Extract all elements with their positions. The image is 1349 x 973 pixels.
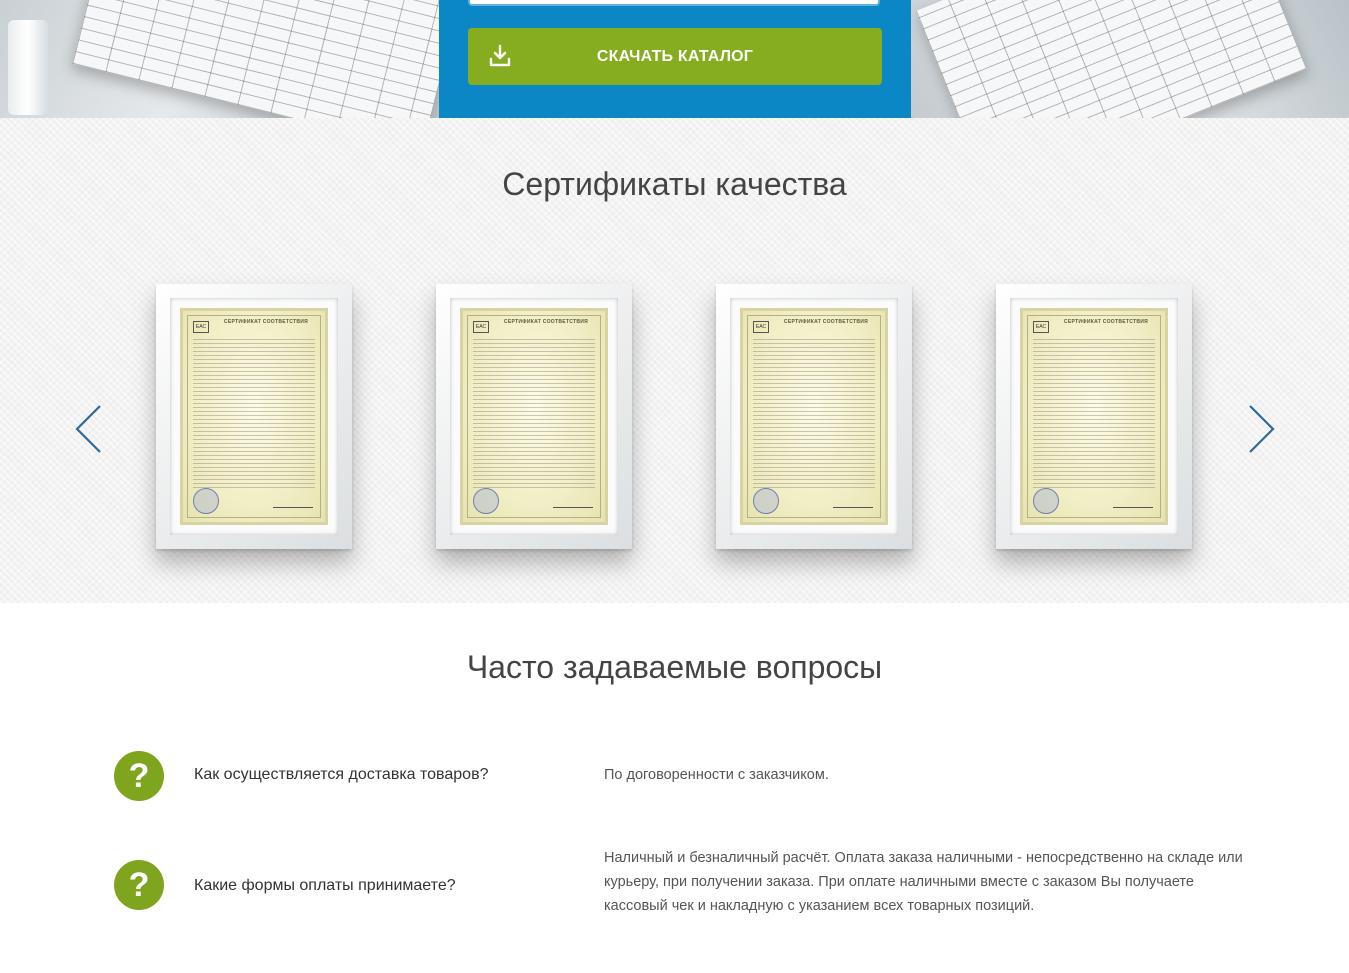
faq-answer: По договоренности с заказчиком. — [604, 767, 829, 783]
certificate-text-block — [753, 339, 875, 488]
catalog-form-panel: СКАЧАТЬ КАТАЛОГ — [439, 0, 911, 118]
hero-banner: СКАЧАТЬ КАТАЛОГ — [0, 0, 1349, 118]
certificate-document: EAC СЕРТИФИКАТ СООТВЕТСТВИЯ — [460, 308, 608, 525]
certificate-mat: EAC СЕРТИФИКАТ СООТВЕТСТВИЯ — [170, 298, 338, 535]
certificate-card[interactable]: EAC СЕРТИФИКАТ СООТВЕТСТВИЯ — [436, 284, 632, 549]
eac-mark: EAC — [1033, 321, 1049, 333]
stamp-icon — [753, 488, 779, 514]
certificate-header: СЕРТИФИКАТ СООТВЕТСТВИЯ — [783, 319, 869, 325]
desk-cup-image — [8, 20, 48, 115]
certificates-title: Сертификаты качества — [502, 166, 847, 202]
faq-question: Какие формы оплаты принимаете? — [194, 877, 456, 894]
certificate-card[interactable]: EAC СЕРТИФИКАТ СООТВЕТСТВИЯ — [996, 284, 1192, 549]
faq-question: Как осуществляется доставка товаров? — [194, 766, 489, 783]
eac-mark: EAC — [473, 321, 489, 333]
chevron-right-icon[interactable] — [1244, 403, 1278, 455]
certificate-text-block — [473, 339, 595, 488]
stamp-icon — [193, 488, 219, 514]
question-mark-glyph: ? — [128, 865, 150, 904]
certificate-text-block — [193, 339, 315, 488]
question-mark-icon: ? — [114, 860, 164, 910]
eac-mark: EAC — [753, 321, 769, 333]
download-catalog-button[interactable]: СКАЧАТЬ КАТАЛОГ — [468, 28, 882, 85]
certificate-card[interactable]: EAC СЕРТИФИКАТ СООТВЕТСТВИЯ — [156, 284, 352, 549]
certificate-mat: EAC СЕРТИФИКАТ СООТВЕТСТВИЯ — [1010, 298, 1178, 535]
question-mark-glyph: ? — [128, 756, 150, 795]
faq-title: Часто задаваемые вопросы — [466, 649, 883, 685]
signature-line — [553, 497, 593, 508]
certificate-card[interactable]: EAC СЕРТИФИКАТ СООТВЕТСТВИЯ — [716, 284, 912, 549]
certificates-section: Сертификаты качества EAC СЕРТИФИКАТ СООТ… — [0, 118, 1349, 603]
form-input-field[interactable] — [468, 0, 880, 6]
signature-line — [1113, 497, 1153, 508]
certificate-header: СЕРТИФИКАТ СООТВЕТСТВИЯ — [1063, 319, 1149, 325]
signature-line — [273, 497, 313, 508]
paper-sheet-image — [915, 0, 1307, 118]
stamp-icon — [1033, 488, 1059, 514]
certificate-header: СЕРТИФИКАТ СООТВЕТСТВИЯ — [223, 319, 309, 325]
stamp-icon — [473, 488, 499, 514]
faq-answer: Наличный и безналичный расчёт. Оплата за… — [604, 850, 1243, 914]
hero-image-right — [911, 0, 1349, 118]
eac-mark: EAC — [193, 321, 209, 333]
chevron-left-icon[interactable] — [72, 403, 106, 455]
certificate-document: EAC СЕРТИФИКАТ СООТВЕТСТВИЯ — [180, 308, 328, 525]
hero-image-left — [0, 0, 439, 118]
certificate-header: СЕРТИФИКАТ СООТВЕТСТВИЯ — [503, 319, 589, 325]
certificate-text-block — [1033, 339, 1155, 488]
faq-section: Часто задаваемые вопросы ? Как осуществл… — [0, 603, 1349, 973]
certificate-document: EAC СЕРТИФИКАТ СООТВЕТСТВИЯ — [1020, 308, 1168, 525]
signature-line — [833, 497, 873, 508]
download-icon — [489, 44, 511, 67]
download-catalog-label: СКАЧАТЬ КАТАЛОГ — [596, 47, 754, 65]
question-mark-icon: ? — [114, 751, 164, 801]
certificate-mat: EAC СЕРТИФИКАТ СООТВЕТСТВИЯ — [730, 298, 898, 535]
certificate-document: EAC СЕРТИФИКАТ СООТВЕТСТВИЯ — [740, 308, 888, 525]
paper-sheet-image — [72, 0, 439, 118]
certificate-mat: EAC СЕРТИФИКАТ СООТВЕТСТВИЯ — [450, 298, 618, 535]
